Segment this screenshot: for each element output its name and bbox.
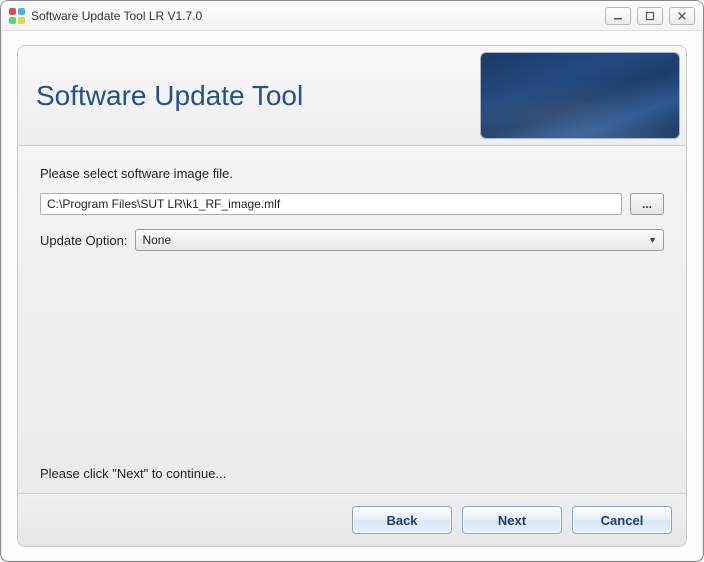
update-option-value: None xyxy=(142,233,648,247)
hero-banner: Software Update Tool xyxy=(18,46,686,146)
app-icon xyxy=(9,8,25,24)
hero-left: Software Update Tool xyxy=(18,46,480,145)
browse-button[interactable]: ... xyxy=(630,193,664,215)
chevron-down-icon: ▼ xyxy=(648,235,657,245)
form-body: Please select software image file. ... U… xyxy=(18,146,686,493)
minimize-button[interactable] xyxy=(605,7,631,25)
app-window: Software Update Tool LR V1.7.0 Software … xyxy=(0,0,704,562)
window-title: Software Update Tool LR V1.7.0 xyxy=(31,9,605,23)
content-card: Software Update Tool Please select softw… xyxy=(17,45,687,547)
spacer xyxy=(40,251,664,466)
close-button[interactable] xyxy=(669,7,695,25)
cancel-button[interactable]: Cancel xyxy=(572,506,672,534)
update-option-label: Update Option: xyxy=(40,233,127,248)
file-select-row: ... xyxy=(40,193,664,215)
image-file-path-input[interactable] xyxy=(40,193,622,215)
window-controls xyxy=(605,7,695,25)
next-button[interactable]: Next xyxy=(462,506,562,534)
wizard-footer: Back Next Cancel xyxy=(18,493,686,546)
hint-text: Please click "Next" to continue... xyxy=(40,466,664,481)
instruction-text: Please select software image file. xyxy=(40,166,664,181)
hero-decoration xyxy=(480,52,680,139)
back-button[interactable]: Back xyxy=(352,506,452,534)
update-option-select[interactable]: None ▼ xyxy=(135,229,664,251)
update-option-row: Update Option: None ▼ xyxy=(40,229,664,251)
page-title: Software Update Tool xyxy=(36,80,303,112)
titlebar: Software Update Tool LR V1.7.0 xyxy=(1,1,703,31)
maximize-button[interactable] xyxy=(637,7,663,25)
client-area: Software Update Tool Please select softw… xyxy=(1,31,703,561)
